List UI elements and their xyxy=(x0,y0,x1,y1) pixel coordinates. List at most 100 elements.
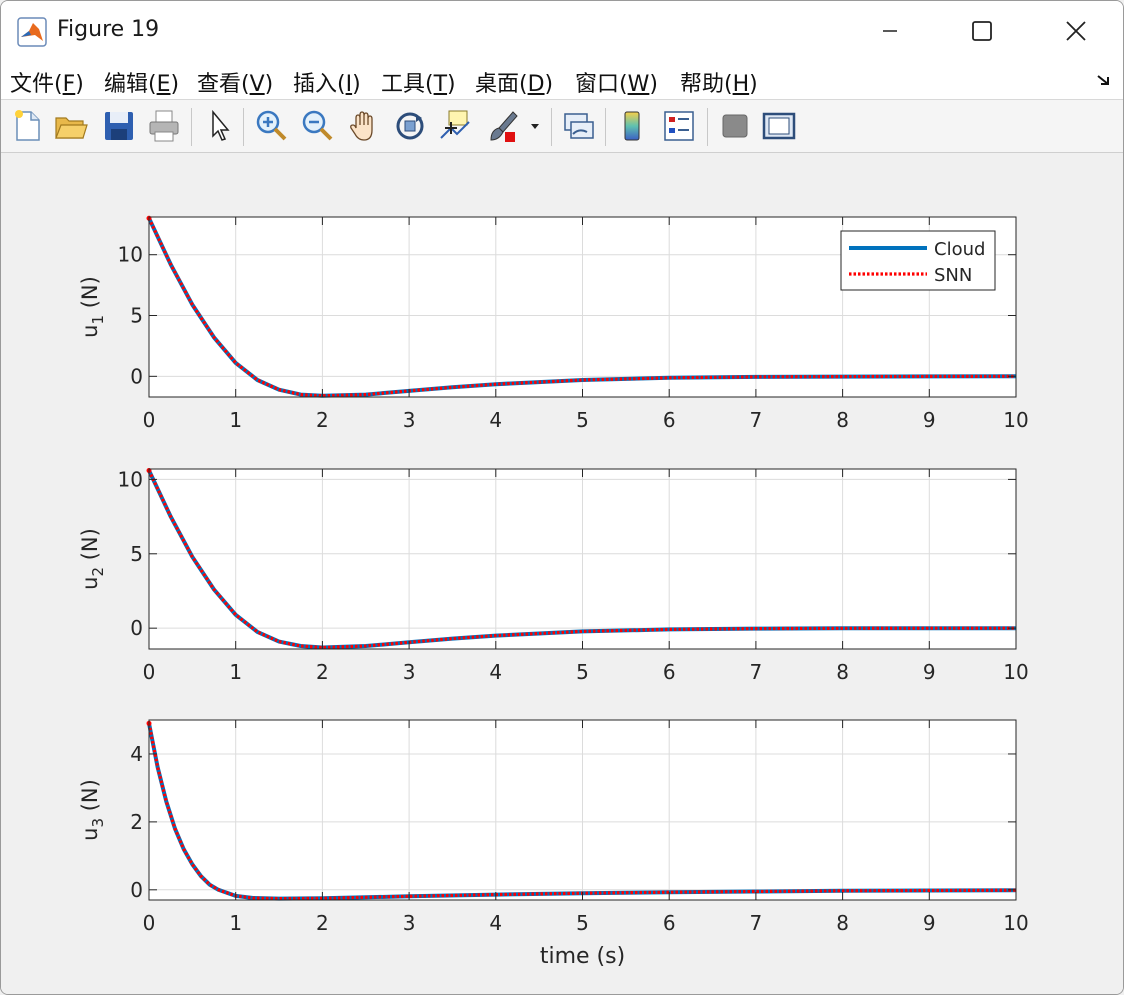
legend-icon[interactable] xyxy=(661,108,697,144)
hide-plot-tools-icon[interactable] xyxy=(717,108,753,144)
x-tick-label: 0 xyxy=(143,660,156,684)
title-bar[interactable]: Figure 19 xyxy=(1,1,1123,61)
y-axis-label-subscript: 2 xyxy=(89,567,107,577)
x-tick-label: 5 xyxy=(576,660,589,684)
y-tick-label: 0 xyxy=(130,364,143,388)
y-tick-label: 5 xyxy=(130,542,143,566)
brush-icon[interactable] xyxy=(485,108,521,144)
maximize-button[interactable] xyxy=(959,9,1005,53)
pointer-icon[interactable] xyxy=(201,108,237,144)
x-tick-label: 1 xyxy=(229,408,242,432)
x-tick-label: 9 xyxy=(923,911,936,935)
figure-canvas: 0 1 2 3 4 5 6 7 8 9 10 0 5 10 u1 (N) Cloud SNN 0 1 2 3 4 5 6 7 8 9… xyxy=(1,153,1123,994)
brush-dropdown-icon[interactable] xyxy=(525,108,545,144)
subplot-1: 0 1 2 3 4 5 6 7 8 9 100510u1 (N)CloudSNN xyxy=(78,215,1029,432)
toolbar-separator xyxy=(243,108,244,146)
x-tick-label: 6 xyxy=(663,911,676,935)
print-icon[interactable] xyxy=(146,108,182,144)
x-tick-label: 3 xyxy=(403,408,416,432)
legend-label-snn: SNN xyxy=(934,265,972,286)
link-plot-icon[interactable] xyxy=(561,108,597,144)
y-axis-label-main: u xyxy=(78,577,102,590)
x-tick-label: 4 xyxy=(489,408,502,432)
subplot-2: 0 1 2 3 4 5 6 7 8 9 100510u2 (N) xyxy=(78,467,1029,684)
x-tick-label: 8 xyxy=(836,408,849,432)
x-tick-label: 9 xyxy=(923,408,936,432)
menu-insert[interactable]: 插入(I) xyxy=(293,66,361,98)
menu-desktop[interactable]: 桌面(D) xyxy=(475,66,553,98)
minimize-button[interactable] xyxy=(867,9,913,53)
x-tick-label: 8 xyxy=(836,660,849,684)
toolbar-separator xyxy=(551,108,552,146)
x-tick-label: 7 xyxy=(750,911,763,935)
plot-canvas: 0 1 2 3 4 5 6 7 8 9 100510u1 (N)CloudSNN0 1 2 3 4 5 6 7 8 9… xyxy=(78,215,1029,969)
menu-edit[interactable]: 编辑(E) xyxy=(104,66,179,98)
y-axis-label: u1 (N) xyxy=(78,276,107,338)
window-title: Figure 19 xyxy=(57,17,160,42)
x-tick-label: 2 xyxy=(316,408,329,432)
x-tick-label: 10 xyxy=(1003,911,1028,935)
new-figure-icon[interactable] xyxy=(9,108,45,144)
x-tick-label: 10 xyxy=(1003,408,1028,432)
x-tick-label: 9 xyxy=(923,660,936,684)
y-axis-label-unit: (N) xyxy=(78,276,102,315)
toolbar-separator xyxy=(191,108,192,146)
menu-tools[interactable]: 工具(T) xyxy=(381,66,456,98)
colorbar-icon[interactable] xyxy=(615,108,651,144)
y-tick-label: 2 xyxy=(130,810,143,834)
zoom-in-icon[interactable] xyxy=(253,108,289,144)
close-icon xyxy=(1066,21,1086,41)
legend-label-cloud: Cloud xyxy=(934,239,985,260)
y-tick-label: 5 xyxy=(130,304,143,328)
menu-view[interactable]: 查看(V) xyxy=(197,66,273,98)
x-tick-label: 2 xyxy=(316,660,329,684)
y-tick-label: 10 xyxy=(118,467,143,491)
x-tick-label: 0 xyxy=(143,408,156,432)
toolbar-separator xyxy=(707,108,708,146)
toolbar xyxy=(1,100,1123,153)
open-folder-icon[interactable] xyxy=(53,108,89,144)
y-tick-label: 0 xyxy=(130,878,143,902)
x-tick-label: 4 xyxy=(489,660,502,684)
close-button[interactable] xyxy=(1053,9,1099,53)
y-axis-label: u2 (N) xyxy=(78,528,107,590)
x-tick-label: 5 xyxy=(576,911,589,935)
x-tick-label: 0 xyxy=(143,911,156,935)
x-tick-label: 1 xyxy=(229,911,242,935)
x-tick-label: 6 xyxy=(663,408,676,432)
data-cursor-icon[interactable] xyxy=(437,108,473,144)
x-tick-label: 4 xyxy=(489,911,502,935)
x-axis-label: time (s) xyxy=(540,944,625,969)
x-tick-label: 1 xyxy=(229,660,242,684)
x-tick-label: 10 xyxy=(1003,660,1028,684)
dock-arrow-icon[interactable] xyxy=(1095,71,1113,89)
menu-window[interactable]: 窗口(W) xyxy=(575,66,658,98)
y-axis-label-unit: (N) xyxy=(78,779,102,818)
x-tick-label: 5 xyxy=(576,408,589,432)
y-axis-label-subscript: 1 xyxy=(89,315,107,325)
zoom-out-icon[interactable] xyxy=(299,108,335,144)
x-tick-label: 3 xyxy=(403,911,416,935)
y-tick-label: 4 xyxy=(130,742,143,766)
y-tick-label: 0 xyxy=(130,616,143,640)
y-axis-label-main: u xyxy=(78,828,102,841)
legend: Cloud SNN xyxy=(840,230,996,291)
maximize-icon xyxy=(972,21,992,41)
menu-bar: 文件(F) 编辑(E) 查看(V) 插入(I) 工具(T) 桌面(D) 窗口(W… xyxy=(1,61,1123,100)
subplot-3: 0 1 2 3 4 5 6 7 8 9 10024u3 (N)time (s) xyxy=(78,719,1029,969)
pan-hand-icon[interactable] xyxy=(346,108,382,144)
menu-file[interactable]: 文件(F) xyxy=(10,66,84,98)
y-axis-label-subscript: 3 xyxy=(89,818,107,828)
toolbar-separator xyxy=(605,108,606,146)
rotate-3d-icon[interactable] xyxy=(392,108,428,144)
x-tick-label: 7 xyxy=(750,660,763,684)
x-tick-label: 6 xyxy=(663,660,676,684)
y-axis-label-unit: (N) xyxy=(78,528,102,567)
x-tick-label: 2 xyxy=(316,911,329,935)
menu-help[interactable]: 帮助(H) xyxy=(680,66,758,98)
show-plot-tools-icon[interactable] xyxy=(761,108,797,144)
x-tick-label: 8 xyxy=(836,911,849,935)
minimize-icon xyxy=(883,30,897,32)
figure-window: Figure 19 文件(F) 编辑(E) 查看(V) 插入(I) 工具(T) … xyxy=(0,0,1124,995)
save-icon[interactable] xyxy=(101,108,137,144)
